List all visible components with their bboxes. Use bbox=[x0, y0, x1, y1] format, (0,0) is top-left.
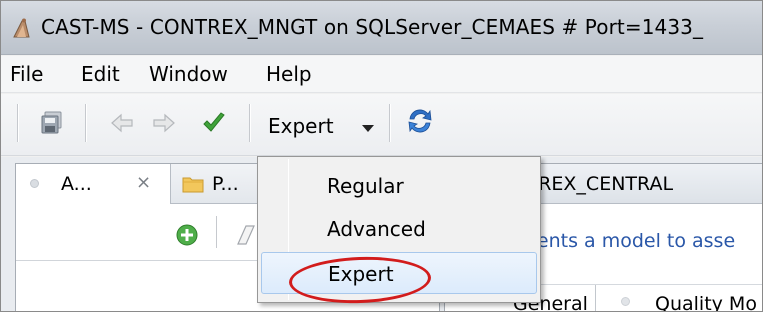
checkmark-icon[interactable] bbox=[201, 110, 227, 136]
window-title: CAST-MS - CONTREX_MNGT on SQLServer_CEMA… bbox=[41, 15, 704, 39]
toolbar-separator bbox=[85, 104, 87, 142]
title-bar[interactable]: CAST-MS - CONTREX_MNGT on SQLServer_CEMA… bbox=[1, 1, 762, 55]
toolbar-separator bbox=[389, 104, 391, 142]
view-dot-icon bbox=[30, 179, 39, 188]
menu-item-advanced[interactable]: Advanced bbox=[261, 208, 537, 250]
editor-description-text: sents a model to asse bbox=[527, 230, 736, 252]
menu-item-label: Advanced bbox=[327, 217, 426, 241]
back-icon[interactable] bbox=[109, 110, 135, 136]
tab-a-label: A... bbox=[61, 173, 92, 195]
forward-icon[interactable] bbox=[151, 110, 177, 136]
application-window: CAST-MS - CONTREX_MNGT on SQLServer_CEMA… bbox=[0, 0, 763, 312]
tab-quality-model[interactable]: Quality Mo bbox=[655, 293, 757, 311]
tab-separator bbox=[595, 285, 596, 311]
toolbar-grip bbox=[17, 104, 19, 142]
menu-item-regular[interactable]: Regular bbox=[261, 165, 537, 207]
save-all-icon[interactable] bbox=[39, 110, 65, 136]
tab-p-label: P... bbox=[212, 173, 239, 195]
perspective-dropdown-label[interactable]: Expert bbox=[268, 114, 334, 138]
dropdown-arrow-icon[interactable] bbox=[362, 125, 374, 132]
tab-a-view[interactable]: A... ⨯ bbox=[16, 164, 171, 204]
close-icon[interactable]: ⨯ bbox=[136, 172, 151, 193]
menu-item-label: Regular bbox=[327, 174, 404, 198]
toolbar-separator bbox=[216, 216, 218, 248]
menu-help[interactable]: Help bbox=[266, 62, 312, 86]
app-logo-icon bbox=[13, 18, 30, 38]
add-icon[interactable] bbox=[176, 224, 198, 246]
eraser-icon[interactable] bbox=[232, 222, 258, 248]
editor-bottom-tabs: General Quality Mo bbox=[505, 284, 762, 311]
editor-tab-label[interactable]: ITREX_CENTRAL bbox=[521, 173, 673, 195]
menu-edit[interactable]: Edit bbox=[81, 62, 120, 86]
folder-icon bbox=[182, 177, 204, 193]
main-toolbar: Expert bbox=[1, 94, 762, 156]
menu-item-expert[interactable]: Expert bbox=[261, 252, 537, 294]
menu-file[interactable]: File bbox=[10, 62, 43, 86]
perspective-dropdown-menu: Regular Advanced Expert bbox=[257, 156, 541, 303]
menu-window[interactable]: Window bbox=[149, 62, 228, 86]
refresh-icon[interactable] bbox=[405, 106, 435, 136]
menu-item-label: Expert bbox=[328, 262, 394, 286]
toolbar-separator bbox=[249, 104, 251, 142]
view-dot-icon bbox=[621, 297, 630, 306]
menu-bar: File Edit Window Help bbox=[1, 56, 762, 93]
